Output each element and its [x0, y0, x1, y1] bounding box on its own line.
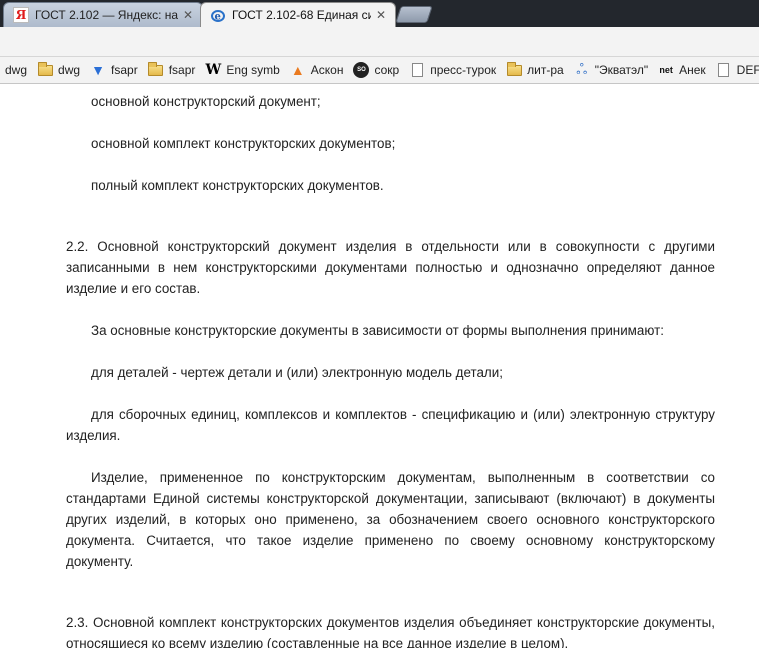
bookmark-fsapr-folder[interactable]: fsapr: [148, 61, 196, 78]
swirl-icon: ஃ: [576, 60, 588, 77]
folder-icon: [148, 61, 164, 78]
bookmark-label: лит-ра: [527, 63, 564, 77]
page-icon: [716, 62, 732, 78]
bookmark-ascon[interactable]: ▲ Аскон: [290, 62, 344, 78]
v-icon: ▼: [91, 62, 105, 78]
bookmark-anek[interactable]: net Анек: [658, 62, 706, 78]
bookmark-defof[interactable]: DEFOF: [716, 62, 759, 78]
tab-yandex-search[interactable]: Я ГОСТ 2.102 — Яндекс: нашл ✕: [3, 2, 203, 27]
folder-icon: [506, 61, 522, 78]
tab-gost-document[interactable]: e ГОСТ 2.102-68 Единая систе ✕: [200, 2, 396, 27]
bookmark-lit-ra[interactable]: лит-ра: [506, 61, 564, 78]
net-icon: net: [659, 65, 673, 75]
bookmark-label: Анек: [679, 63, 706, 77]
list-item-details: для деталей - чертеж детали и (или) элек…: [91, 365, 503, 380]
bookmark-label: пресс-турок: [430, 63, 497, 77]
tab-title: ГОСТ 2.102 — Яндекс: нашл: [35, 8, 178, 22]
bookmark-dwg-folder[interactable]: dwg: [37, 61, 81, 78]
bookmark-fsapr-link[interactable]: ▼ fsapr: [90, 62, 138, 78]
close-icon[interactable]: ✕: [182, 8, 194, 22]
sokr-icon: SO: [353, 62, 370, 78]
bookmark-label: fsapr: [111, 63, 138, 77]
bookmark-label: Eng symb: [226, 63, 280, 77]
gost-document-text: основной конструкторский документ; основ…: [66, 91, 715, 648]
ie-page-icon: e: [210, 7, 226, 23]
bookmark-label: сокр: [374, 63, 400, 77]
paragraph-product-application: Изделие, примененное по конструкторским …: [66, 470, 715, 569]
list-item-full-set: полный комплект конструкторских документ…: [91, 178, 384, 193]
bookmark-sokr[interactable]: SO сокр: [353, 62, 399, 78]
clause-2-3: 2.3. Основной комплект конструкторских д…: [66, 615, 715, 648]
bookmark-label: "Экватэл": [594, 63, 649, 77]
page-content: основной конструкторский документ; основ…: [0, 84, 759, 648]
tab-strip: Я ГОСТ 2.102 — Яндекс: нашл ✕ e ГОСТ 2.1…: [0, 0, 759, 27]
bookmark-label: fsapr: [168, 63, 196, 77]
bookmark-ekvatel[interactable]: ஃ "Экватэл": [574, 60, 649, 78]
bookmark-label: dwg: [58, 63, 81, 77]
bookmark-eng-symb[interactable]: W Eng symb: [205, 62, 280, 78]
wikipedia-icon: W: [205, 62, 222, 78]
page-icon: [409, 62, 425, 78]
bookmark-label: dwg: [5, 63, 28, 77]
bookmarks-bar: dwg dwg ▼ fsapr fsapr W Eng symb ▲ Аскон…: [0, 57, 759, 84]
ascon-icon: ▲: [290, 62, 305, 78]
clause-2-2: 2.2. Основной конструкторский документ и…: [66, 239, 715, 296]
new-tab-button[interactable]: [395, 6, 433, 23]
browser-toolbar: [0, 27, 759, 57]
yandex-icon: Я: [13, 7, 29, 23]
bookmark-press-turok[interactable]: пресс-турок: [409, 62, 496, 78]
bookmark-label: Аскон: [310, 63, 344, 77]
close-icon[interactable]: ✕: [375, 8, 387, 22]
bookmark-dwg-page[interactable]: dwg: [0, 62, 27, 78]
list-item-assembly-units: для сборочных единиц, комплексов и компл…: [66, 407, 715, 443]
svg-text:e: e: [215, 12, 221, 23]
list-item-basic-document: основной конструкторский документ;: [91, 94, 321, 109]
paragraph-basic-documents-intro: За основные конструкторские документы в …: [91, 323, 664, 338]
list-item-basic-set: основной комплект конструкторских докуме…: [91, 136, 396, 151]
bookmark-label: DEFOF: [736, 63, 759, 77]
folder-icon: [37, 61, 53, 78]
tab-title: ГОСТ 2.102-68 Единая систе: [232, 8, 371, 22]
